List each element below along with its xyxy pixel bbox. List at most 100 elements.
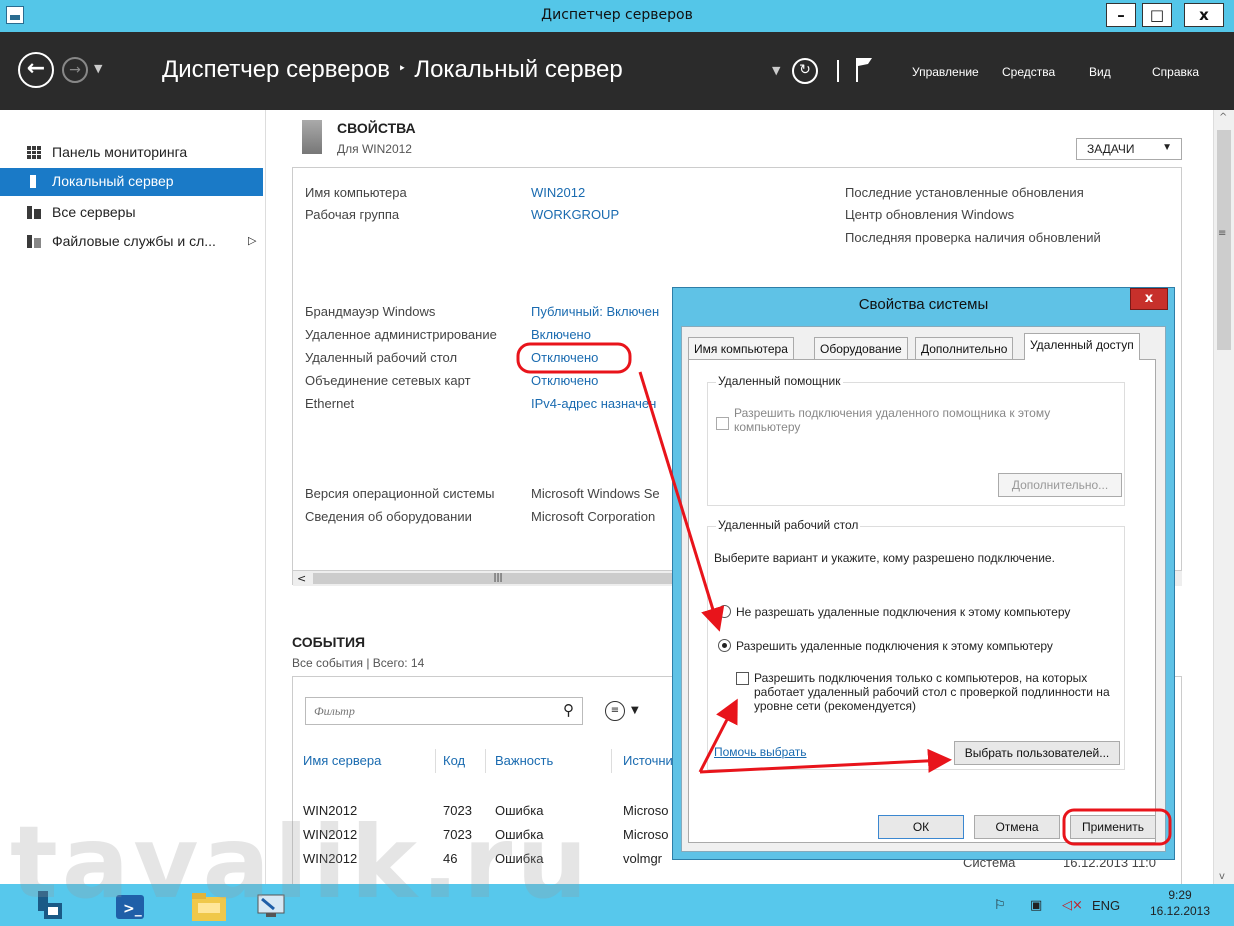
table-cell[interactable]: 7023 xyxy=(443,803,472,818)
prop-label: Версия операционной системы xyxy=(305,486,495,501)
notifications-flag-icon[interactable] xyxy=(854,56,874,84)
scrollbar-thumb[interactable]: ||| xyxy=(313,573,683,584)
remote-assistance-advanced-button[interactable]: Дополнительно... xyxy=(998,473,1122,497)
workgroup-link[interactable]: WORKGROUP xyxy=(531,207,619,222)
scroll-down-icon[interactable]: v xyxy=(1219,871,1225,882)
cancel-button[interactable]: Отмена xyxy=(974,815,1060,839)
sidebar-item-label: Панель мониторинга xyxy=(52,144,188,160)
menu-manage[interactable]: Управление xyxy=(912,65,979,79)
nla-label[interactable]: Разрешить подключения только с компьютер… xyxy=(754,671,1116,713)
remote-management-link[interactable]: Включено xyxy=(531,327,591,342)
breadcrumb-current: Локальный сервер xyxy=(414,56,623,83)
radio-deny-connections[interactable] xyxy=(718,605,731,618)
remote-desktop-taskbar-icon[interactable] xyxy=(248,889,294,923)
close-button[interactable]: x xyxy=(1184,3,1224,27)
menu-help[interactable]: Справка xyxy=(1152,65,1199,79)
scrollbar-thumb[interactable] xyxy=(1217,130,1231,350)
table-cell[interactable]: WIN2012 xyxy=(303,851,357,866)
clock-time: 9:29 xyxy=(1168,888,1192,902)
menu-tools[interactable]: Средства xyxy=(1002,65,1055,79)
table-cell[interactable]: WIN2012 xyxy=(303,803,357,818)
table-cell[interactable]: Microso xyxy=(623,803,669,818)
ethernet-link[interactable]: IPv4-адрес назначен xyxy=(531,396,656,411)
nic-teaming-link[interactable]: Отключено xyxy=(531,373,598,388)
select-users-button[interactable]: Выбрать пользователей... xyxy=(954,741,1120,765)
column-header-server[interactable]: Имя сервера xyxy=(303,753,381,768)
breadcrumb-dropdown-icon[interactable]: ▼ xyxy=(772,64,780,77)
tab-advanced[interactable]: Дополнительно xyxy=(915,337,1014,359)
firewall-link[interactable]: Публичный: Включен xyxy=(531,304,659,319)
remote-assistance-label: Разрешить подключения удаленного помощни… xyxy=(734,406,1051,434)
maximize-button[interactable]: □ xyxy=(1142,3,1172,27)
group-label: Удаленный помощник xyxy=(716,374,843,388)
sidebar-item-label: Локальный сервер xyxy=(52,173,174,189)
file-services-icon xyxy=(27,235,41,248)
sidebar-item-file-services[interactable]: Файловые службы и сл... ▷ xyxy=(0,228,263,256)
remote-assistance-checkbox[interactable] xyxy=(716,417,729,430)
filter-input[interactable]: Фильтр ⚲ xyxy=(305,697,583,725)
language-indicator[interactable]: ENG xyxy=(1092,898,1120,913)
action-center-flag-icon[interactable]: ⚐ xyxy=(994,898,1006,913)
computer-name-link[interactable]: WIN2012 xyxy=(531,185,585,200)
column-divider xyxy=(611,749,612,773)
nla-checkbox[interactable] xyxy=(736,672,749,685)
tab-hardware[interactable]: Оборудование xyxy=(814,337,908,359)
table-cell[interactable]: Ошибка xyxy=(495,851,543,866)
forward-arrow-icon[interactable]: → xyxy=(62,57,88,83)
sidebar-item-local-server[interactable]: Локальный сервер xyxy=(0,168,263,196)
taskbar-clock[interactable]: 9:29 16.12.2013 xyxy=(1140,887,1220,919)
tab-remote[interactable]: Удаленный доступ xyxy=(1024,333,1140,360)
apply-button[interactable]: Применить xyxy=(1070,815,1156,839)
taskbar: >_ ⚐ ▣ ◁× ENG 9:29 16.12.2013 xyxy=(0,884,1234,926)
help-choose-link[interactable]: Помочь выбрать xyxy=(714,745,807,759)
radio-deny-label[interactable]: Не разрешать удаленные подключения к это… xyxy=(736,605,1116,619)
ok-button[interactable]: ОК xyxy=(878,815,964,839)
table-cell[interactable]: Microso xyxy=(623,827,669,842)
dialog-title: Свойства системы xyxy=(858,296,989,313)
server-manager-taskbar-icon[interactable] xyxy=(26,889,72,923)
table-cell[interactable]: Ошибка xyxy=(495,827,543,842)
prop-label: Сведения об оборудовании xyxy=(305,509,472,524)
minimize-button[interactable]: – xyxy=(1106,3,1136,27)
remote-desktop-link[interactable]: Отключено xyxy=(531,350,598,365)
dialog-close-button[interactable]: x xyxy=(1130,288,1168,310)
table-cell[interactable]: WIN2012 xyxy=(303,827,357,842)
prop-label: Имя компьютера xyxy=(305,185,407,200)
system-properties-dialog: Свойства системы x Имя компьютера Оборуд… xyxy=(672,287,1175,860)
menu-view[interactable]: Вид xyxy=(1089,65,1111,79)
column-header-source[interactable]: Источни xyxy=(623,753,673,768)
network-icon[interactable]: ▣ xyxy=(1030,898,1042,913)
chevron-down-icon[interactable]: ▼ xyxy=(631,705,639,716)
window-title: Диспетчер серверов xyxy=(541,7,693,23)
vertical-scrollbar[interactable]: ^ ≡ v xyxy=(1213,110,1234,884)
column-header-code[interactable]: Код xyxy=(443,753,465,768)
breadcrumb: Диспетчер серверов ‣ Локальный сервер xyxy=(162,56,623,84)
scroll-left-icon[interactable]: < xyxy=(297,572,306,585)
sidebar-item-dashboard[interactable]: Панель мониторинга xyxy=(0,139,263,167)
column-divider xyxy=(435,749,436,773)
table-cell[interactable]: volmgr xyxy=(623,851,662,866)
history-dropdown-icon[interactable]: ▼ xyxy=(94,62,102,75)
back-arrow-icon[interactable]: ← xyxy=(18,52,54,88)
prop-label: Брандмауэр Windows xyxy=(305,304,436,319)
sidebar-item-all-servers[interactable]: Все серверы xyxy=(0,199,263,227)
tab-computer-name[interactable]: Имя компьютера xyxy=(688,337,794,359)
file-explorer-icon[interactable] xyxy=(186,889,232,923)
column-header-severity[interactable]: Важность xyxy=(495,753,553,768)
list-options-icon[interactable]: ≡ xyxy=(605,701,625,721)
refresh-icon[interactable]: ↻ xyxy=(792,58,818,84)
breadcrumb-root[interactable]: Диспетчер серверов xyxy=(162,56,390,83)
table-cell[interactable]: Ошибка xyxy=(495,803,543,818)
chevron-down-icon: ▼ xyxy=(1162,142,1172,153)
radio-allow-connections[interactable] xyxy=(718,639,731,652)
expand-arrow-icon[interactable]: ▷ xyxy=(248,234,256,247)
table-cell[interactable]: 7023 xyxy=(443,827,472,842)
powershell-icon[interactable]: >_ xyxy=(106,889,152,923)
radio-allow-label[interactable]: Разрешить удаленные подключения к этому … xyxy=(736,639,1116,653)
search-icon[interactable]: ⚲ xyxy=(563,701,574,720)
window-titlebar: Диспетчер серверов – □ x xyxy=(0,0,1234,32)
scroll-up-icon[interactable]: ^ xyxy=(1219,112,1227,123)
volume-muted-icon[interactable]: ◁× xyxy=(1062,898,1083,913)
table-cell[interactable]: 46 xyxy=(443,851,457,866)
tasks-dropdown[interactable]: ЗАДАЧИ ▼ xyxy=(1076,138,1182,160)
